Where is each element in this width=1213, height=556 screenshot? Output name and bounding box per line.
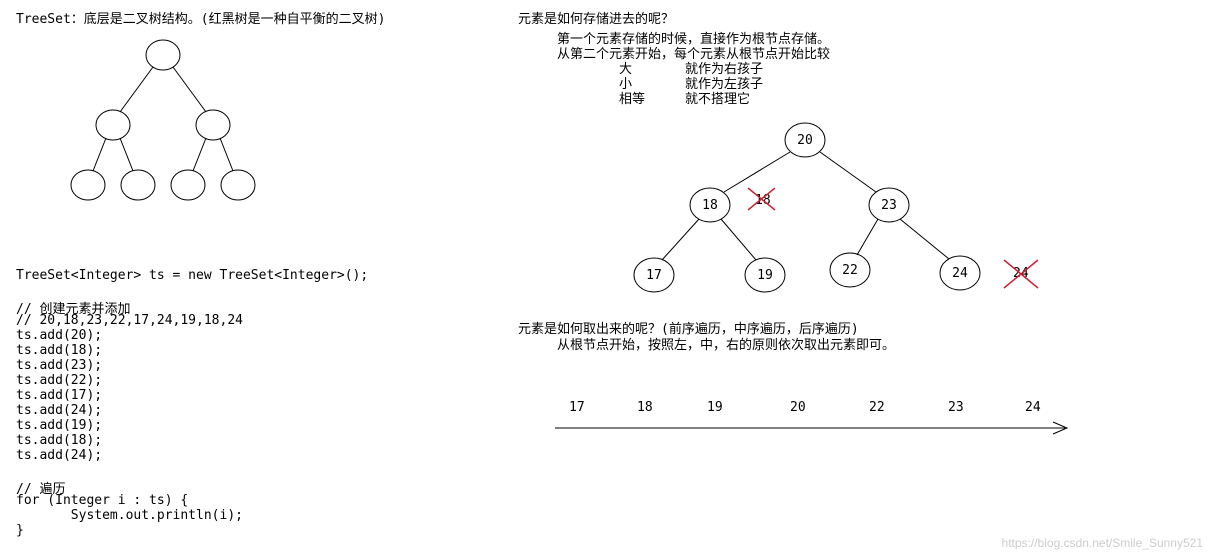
code-l4: ts.add(22); — [16, 373, 102, 388]
code-c2: // 20,18,23,22,17,24,19,18,24 — [16, 313, 243, 328]
storage-question: 元素是如何存储进去的呢？ — [518, 8, 674, 27]
node-24: 24 — [952, 266, 968, 281]
seq-17: 17 — [569, 400, 585, 415]
arrow-icon — [555, 420, 1080, 440]
seq-24: 24 — [1025, 400, 1041, 415]
node-20: 20 — [797, 133, 813, 148]
code-l11: System.out.println(i); — [16, 508, 243, 523]
code-l12: } — [16, 523, 24, 538]
bst-diagram: 20 18 23 17 19 22 24 18 24 — [600, 110, 1080, 310]
code-l9: ts.add(24); — [16, 448, 102, 463]
seq-20: 20 — [790, 400, 806, 415]
code-l6: ts.add(24); — [16, 403, 102, 418]
code-l5: ts.add(17); — [16, 388, 102, 403]
code-decl: TreeSet<Integer> ts = new TreeSet<Intege… — [16, 268, 368, 283]
code-l7: ts.add(19); — [16, 418, 102, 433]
code-l10: for (Integer i : ts) { — [16, 493, 188, 508]
code-l2: ts.add(18); — [16, 343, 102, 358]
seq-19: 19 — [707, 400, 723, 415]
rule-equal-key: 相等 — [619, 88, 645, 107]
node-18: 18 — [702, 198, 718, 213]
generic-tree-diagram — [63, 30, 323, 210]
rule-equal-val: 就不搭理它 — [685, 88, 750, 107]
node-22: 22 — [842, 263, 858, 278]
code-l8: ts.add(18); — [16, 433, 102, 448]
node-23: 23 — [881, 198, 897, 213]
left-title: TreeSet：底层是二叉树结构。(红黑树是一种自平衡的二叉树) — [16, 8, 385, 27]
node-17: 17 — [646, 268, 662, 283]
code-l1: ts.add(20); — [16, 328, 102, 343]
seq-18: 18 — [637, 400, 653, 415]
watermark: https://blog.csdn.net/Smile_Sunny521 — [1002, 536, 1203, 550]
code-l3: ts.add(23); — [16, 358, 102, 373]
cross-icon — [1004, 260, 1038, 288]
page: TreeSet：底层是二叉树结构。(红黑树是一种自平衡的二叉树) TreeSet… — [0, 0, 1213, 556]
node-19: 19 — [757, 268, 773, 283]
retrieve-rule: 从根节点开始，按照左，中，右的原则依次取出元素即可。 — [557, 334, 895, 353]
seq-22: 22 — [869, 400, 885, 415]
seq-23: 23 — [948, 400, 964, 415]
